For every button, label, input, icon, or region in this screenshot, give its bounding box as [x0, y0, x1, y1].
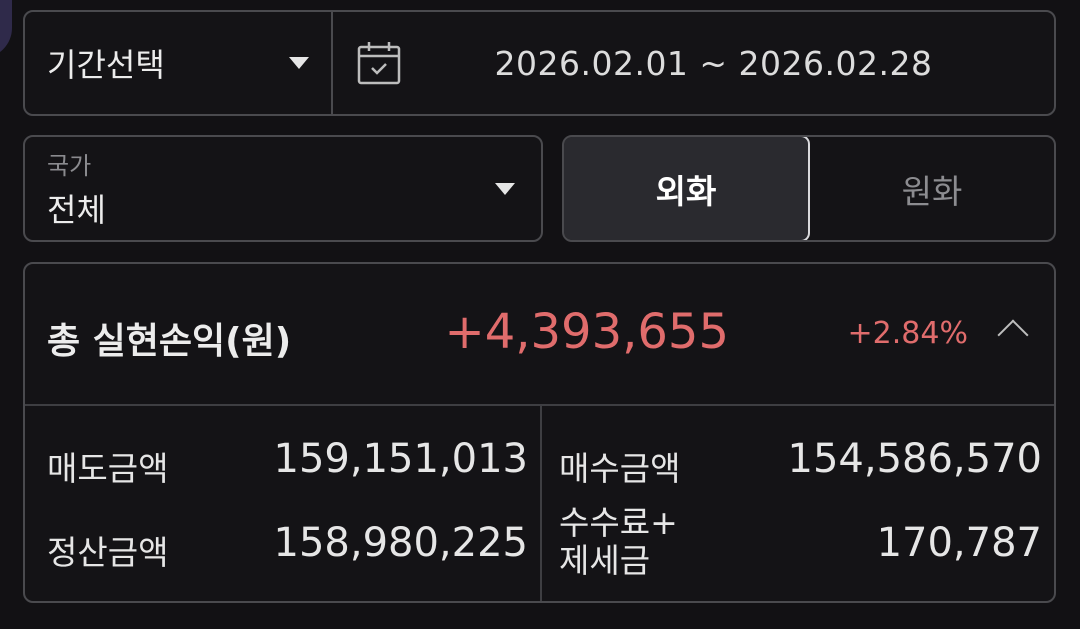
- fees-taxes-label: 수수료+ 제세금: [559, 504, 678, 580]
- calendar-check-icon: [357, 42, 401, 85]
- settlement-amount-value: 158,980,225: [273, 520, 528, 566]
- corner-decoration: [0, 0, 12, 58]
- buy-amount-value: 154,586,570: [787, 436, 1042, 482]
- currency-toggle: 외화 원화: [562, 135, 1056, 242]
- total-realized-pnl-rate: +2.84%: [847, 316, 968, 351]
- toggle-krw[interactable]: 원화: [810, 137, 1054, 240]
- total-realized-pnl-label: 총 실현손익(원): [47, 321, 292, 362]
- buy-amount-label: 매수금액: [559, 449, 681, 488]
- toggle-foreign-currency[interactable]: 외화: [564, 137, 810, 240]
- chevron-down-icon: [495, 183, 515, 195]
- summary-header[interactable]: 총 실현손익(원) +4,393,655 +2.84%: [25, 264, 1054, 406]
- sell-amount-label: 매도금액: [47, 449, 169, 488]
- column-divider: [540, 406, 542, 601]
- settlement-amount-label: 정산금액: [47, 533, 169, 572]
- chevron-down-icon: [289, 57, 309, 69]
- country-select-dropdown[interactable]: 국가 전체: [23, 135, 543, 242]
- period-filter-bar: 기간선택 2026.02.01 ~ 2026.02.28: [23, 10, 1056, 116]
- chevron-up-icon[interactable]: [997, 319, 1029, 351]
- country-value: 전체: [47, 191, 106, 229]
- fees-taxes-label-line2: 제세금: [559, 541, 651, 580]
- date-range-text: 2026.02.01 ~ 2026.02.28: [494, 43, 933, 83]
- period-select-dropdown[interactable]: 기간선택: [25, 12, 333, 114]
- total-realized-pnl-value: +4,393,655: [444, 304, 729, 360]
- sell-amount-value: 159,151,013: [273, 436, 528, 482]
- country-caption: 국가: [47, 152, 92, 180]
- fees-taxes-label-line1: 수수료+: [559, 503, 678, 542]
- date-range-picker[interactable]: 2026.02.01 ~ 2026.02.28: [333, 12, 1054, 114]
- period-select-label: 기간선택: [47, 46, 165, 84]
- fees-taxes-value: 170,787: [876, 520, 1042, 566]
- realized-pnl-summary-card: 총 실현손익(원) +4,393,655 +2.84% 매도금액 159,151…: [23, 262, 1056, 603]
